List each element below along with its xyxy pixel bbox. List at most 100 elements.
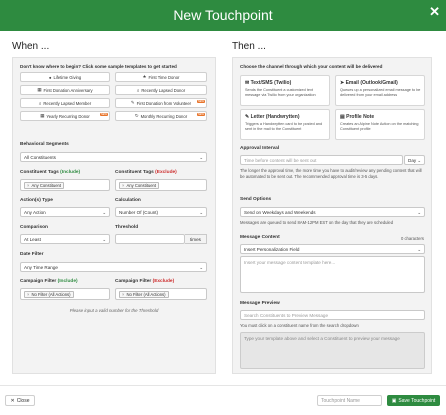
action-type-label: Action(s) Type [20,198,53,203]
send-options-help: Messages are queued to send 8AM-12PM EST… [240,220,394,225]
approval-unit-select[interactable]: Day ⌄ [404,155,425,165]
template-label: First Donation from Volunteer [136,100,192,106]
send-options-select[interactable]: Send on Weekdays and Weekends ⌄ [240,207,425,217]
template-label: Recently Lapsed Member [43,100,92,106]
campaign-exclude-input[interactable]: × No Filter (All Actions) [115,288,207,300]
channel-card[interactable]: ▤ Profile Note Creates an Alpine Note Act… [335,109,425,140]
tag-chip: × No Filter (All Actions) [119,291,169,298]
channel-title: ➤ Email (Outlook/Gmail) [340,80,398,86]
threshold-unit: times [185,234,207,244]
behavioral-segments-select[interactable]: All Constituents ⌄ [20,152,207,162]
approval-input[interactable]: Time before content will be sent out [240,155,403,165]
calculation-label: Calculation [115,198,141,203]
template-button[interactable]: ▦ First Donation Anniversary [20,85,110,95]
template-button[interactable]: ⌕ Recently Lapsed Donor [115,85,207,95]
new-badge: NEW [196,100,205,104]
remove-tag-icon[interactable]: × [27,292,29,297]
chevron-down-icon: ⌄ [102,210,106,215]
remove-tag-icon[interactable]: × [122,292,124,297]
chevron-down-icon: ⌄ [417,158,421,163]
channel-card[interactable]: ✉ Text/SMS (Twilio) Sends the Constituent… [240,75,330,106]
close-icon: ✕ [10,397,15,404]
search-icon: ⌕ [136,87,140,93]
pen-icon: ✎ [130,100,135,105]
chevron-down-icon: ⌄ [417,247,421,252]
modal-title: New Touchpoint [173,7,273,23]
tag-chip: × No Filter (All Actions) [24,291,74,298]
circle-icon: ● [48,74,52,80]
personalization-select[interactable]: Insert Personalization Field ⌄ [240,244,425,254]
touchpoint-name-input[interactable]: Touchpoint Name [317,395,382,406]
then-panel: Choose the channel through which your co… [232,57,432,374]
new-badge: NEW [99,113,108,117]
refresh-icon: ↻ [134,113,139,118]
threshold-validation-note: Please input a valid number for the Thre… [69,308,159,313]
close-icon[interactable]: ✕ [429,4,440,20]
modal-header: New Touchpoint ✕ [0,0,446,31]
chevron-down-icon: ⌄ [199,210,203,215]
channel-title: ▤ Profile Note [340,114,375,120]
channel-description: Creates an Alpine Note Action on the mat… [340,122,419,131]
template-button[interactable]: ● Lifetime Giving [20,72,110,82]
campaign-include-input[interactable]: × No Filter (All Actions) [20,288,110,300]
tag-chip: × Any Constituent [24,182,65,189]
tags-exclude-label: Constituent Tags (Exclude) [115,170,177,175]
channel-heading: Choose the channel through which your co… [240,64,383,69]
template-label: First Donation Anniversary [43,87,93,93]
then-title: Then ... [232,41,266,52]
date-filter-label: Date Filter [20,252,44,257]
character-count: 0 characters [400,236,424,241]
close-button[interactable]: ✕ Close [5,395,35,406]
comparison-label: Comparison [20,225,48,230]
template-label: Recently Lapsed Donor [141,87,186,93]
tag-chip: × Any Constituent [119,182,160,189]
chevron-down-icon: ⌄ [199,265,203,270]
chevron-down-icon: ⌄ [102,237,106,242]
message-content-label: Message Content [240,235,280,240]
channel-card[interactable]: ➤ Email (Outlook/Gmail) Queues up a perso… [335,75,425,106]
calculation-select[interactable]: Number Of (Count) ⌄ [115,207,207,217]
message-content-textarea[interactable]: Insert your message content template her… [240,256,425,293]
campaign-exclude-label: Campaign Filter (Exclude) [115,279,175,284]
tags-exclude-input[interactable]: × Any Constituent [115,179,207,191]
channel-description: Triggers a Handwrytten card to be posted… [245,122,323,131]
star-icon: ★ [142,74,147,79]
campaign-include-label: Campaign Filter (Include) [20,279,78,284]
message-preview-label: Message Preview [240,301,280,306]
template-button[interactable]: ▦ Yearly Recurring Donor NEW [20,111,110,121]
channel-description: Queues up a personalized email message t… [340,88,421,97]
action-type-select[interactable]: Any Action ⌄ [20,207,110,217]
send-options-label: Send Options [240,197,272,202]
threshold-input[interactable] [115,234,185,244]
template-label: Lifetime Giving [53,74,82,80]
remove-tag-icon[interactable]: × [27,183,29,188]
template-button[interactable]: ✎ First Donation from Volunteer NEW [115,98,207,108]
channel-card[interactable]: ✎ Letter (Handwrytten) Triggers a Handwry… [240,109,330,140]
comparison-select[interactable]: At Least ⌄ [20,234,110,244]
calendar-icon: ▦ [37,87,42,92]
message-preview-box: Type your template above and select a Co… [240,332,425,369]
chevron-down-icon: ⌄ [199,155,203,160]
footer-divider [0,385,446,386]
when-panel: Don't know where to begin? Click some sa… [12,57,216,374]
behavioral-segments-label: Behavioral Segments [20,142,69,147]
preview-search-input[interactable]: Search Constituents to Preview Message [240,310,425,320]
remove-tag-icon[interactable]: × [122,183,124,188]
approval-label: Approval Interval [240,146,280,151]
template-label: Yearly Recurring Donor [46,113,90,119]
behavioral-segments-value: All Constituents [24,154,56,160]
tags-include-label: Constituent Tags (Include) [20,170,81,175]
template-button[interactable]: ★ First Time Donor [115,72,207,82]
template-label: Monthly Recurring Donor [140,113,188,119]
template-button[interactable]: ↻ Monthly Recurring Donor NEW [115,111,207,121]
date-filter-select[interactable]: Any Time Range ⌄ [20,262,207,272]
tags-include-input[interactable]: × Any Constituent [20,179,110,191]
preview-help: You must click on a constituent name fro… [240,323,359,328]
search-icon: ⌕ [38,100,42,106]
save-touchpoint-button[interactable]: ▣ Save Touchpoint [387,395,440,406]
template-button[interactable]: ⌕ Recently Lapsed Member [20,98,110,108]
when-title: When ... [12,41,50,52]
channel-title: ✎ Letter (Handwrytten) [245,114,300,120]
chevron-down-icon: ⌄ [417,210,421,215]
template-label: First Time Donor [148,74,180,80]
